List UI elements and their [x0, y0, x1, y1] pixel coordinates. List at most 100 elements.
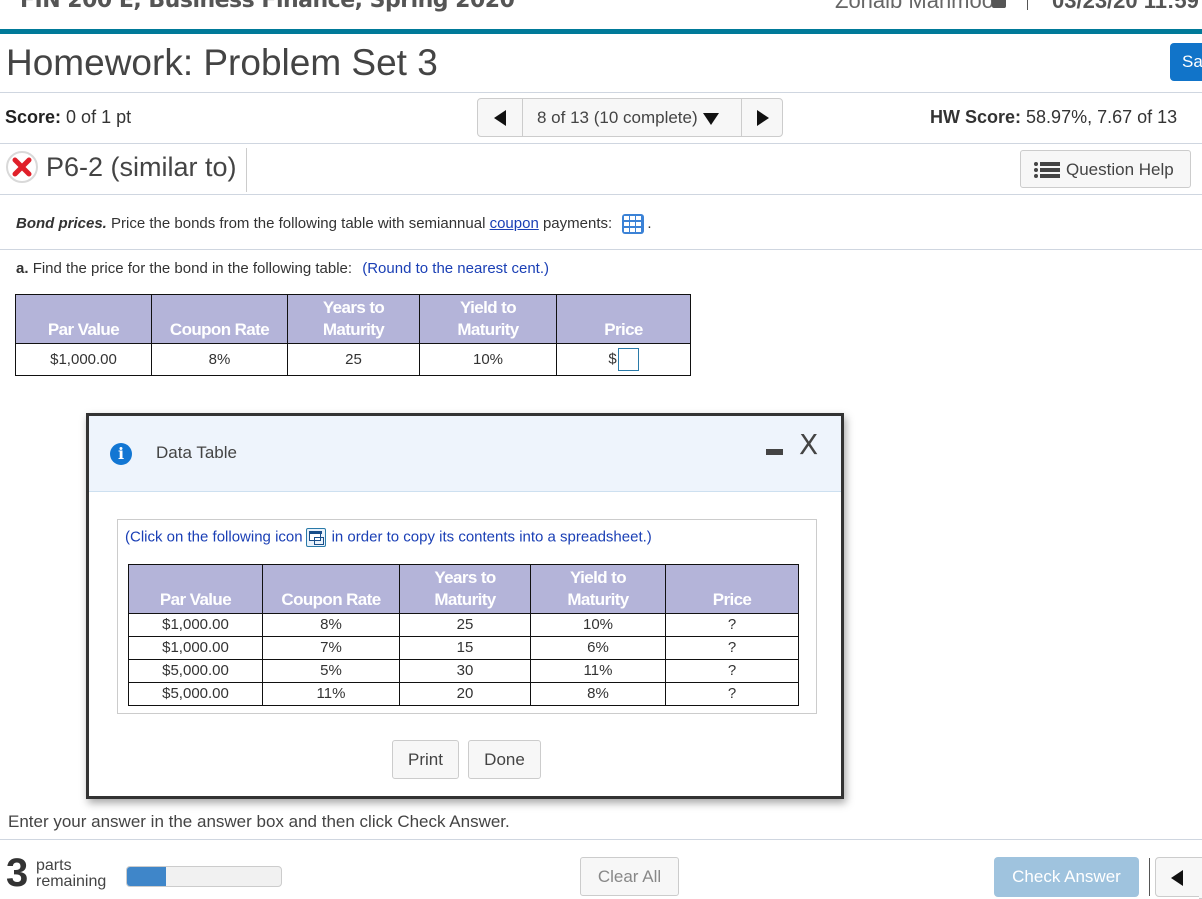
dialog-header: i Data Table X [89, 416, 841, 492]
user-menu-icon[interactable] [992, 0, 1006, 8]
divider [0, 249, 1202, 250]
user-name[interactable]: Zohaib Mahmood [835, 0, 1006, 14]
next-question-button[interactable] [741, 99, 782, 136]
previous-question-button[interactable] [478, 99, 523, 136]
cell-price: ? [665, 636, 799, 660]
close-button[interactable]: X [799, 428, 818, 462]
instruction-text: Enter your answer in the answer box and … [8, 812, 510, 831]
data-table-icon[interactable] [622, 214, 645, 234]
cell-coupon-rate: 7% [262, 636, 400, 660]
header-years-to-maturity: Years to Maturity [399, 564, 531, 614]
question-navigator: 8 of 13 (10 complete) [477, 98, 783, 137]
cell-coupon-rate: 11% [262, 682, 400, 706]
done-button[interactable]: Done [468, 740, 541, 779]
cell-price: ? [665, 659, 799, 683]
due-date: 03/23/20 11:59 AM [1052, 0, 1202, 13]
cell-years: 15 [399, 636, 531, 660]
cell-par-value: $1,000.00 [128, 636, 263, 660]
homework-score: HW Score: 58.97%, 7.67 of 13 [930, 107, 1177, 128]
triangle-down-icon [702, 112, 719, 125]
triangle-left-icon [1171, 870, 1183, 886]
save-button[interactable]: Save [1170, 43, 1202, 81]
divider [1027, 0, 1028, 10]
hw-score-value: 58.97%, 7.67 of 13 [1026, 107, 1178, 127]
cell-ytm: 6% [530, 636, 666, 660]
cell-years: 25 [399, 613, 531, 637]
header-yield-to-maturity: Yield to Maturity [419, 294, 557, 344]
question-help-label: Question Help [1066, 160, 1174, 179]
score-value: 0 of 1 pt [66, 107, 132, 127]
part-a-prompt: a. Find the price for the bond in the fo… [16, 260, 549, 277]
divider [0, 92, 1202, 93]
cell-price: ? [665, 682, 799, 706]
table-row: $5,000.00 5% 30 11% ? [128, 659, 799, 683]
header-par-value: Par Value [15, 294, 152, 344]
table-row: $1,000.00 7% 15 6% ? [128, 636, 799, 660]
info-icon: i [110, 443, 132, 465]
cell-coupon-rate: 8% [151, 343, 288, 376]
rounding-hint: (Round to the nearest cent.) [362, 260, 550, 277]
cell-ytm: 10% [419, 343, 557, 376]
progress-fill [127, 867, 166, 886]
cell-years: 30 [399, 659, 531, 683]
divider [0, 194, 1202, 195]
parts-remaining-label: parts remaining [36, 857, 107, 890]
parts-progress-bar [126, 866, 282, 887]
divider [0, 143, 1202, 144]
table-row: $1,000.00 8% 25 10% ? [128, 613, 799, 637]
question-score: Score: 0 of 1 pt [5, 107, 131, 128]
clear-all-button[interactable]: Clear All [580, 857, 679, 896]
copy-to-spreadsheet-icon[interactable] [305, 528, 326, 547]
cell-ytm: 8% [530, 682, 666, 706]
question-help-button[interactable]: Question Help [1020, 150, 1191, 188]
header-yield-to-maturity: Yield to Maturity [530, 564, 666, 614]
intro-text: Price the bonds from the following table… [111, 214, 486, 232]
question-position: 8 of 13 (10 complete) [537, 108, 698, 127]
previous-question-button-bottom[interactable] [1155, 857, 1200, 897]
list-icon [1034, 162, 1060, 178]
divider [246, 148, 247, 192]
header-coupon-rate: Coupon Rate [151, 294, 288, 344]
cell-ytm: 11% [530, 659, 666, 683]
price-answer-input[interactable] [617, 348, 639, 371]
cell-price: ? [665, 613, 799, 637]
cell-par-value: $5,000.00 [128, 659, 263, 683]
intro-bold: Bond prices. [16, 214, 107, 232]
dialog-title: Data Table [156, 443, 237, 462]
course-title: FIN 200 E, Business Finance, Spring 2020 [20, 0, 515, 13]
copy-hint: (Click on the following icon in order to… [125, 528, 652, 547]
bond-data-table: Par Value Coupon Rate Years to Maturity Y… [128, 564, 799, 706]
header-par-value: Par Value [128, 564, 263, 614]
cell-years: 20 [399, 682, 531, 706]
cell-par-value: $1,000.00 [15, 343, 152, 376]
question-id: P6-2 (similar to) [46, 152, 237, 182]
score-label: Score: [5, 107, 62, 127]
question-intro: Bond prices. Price the bonds from the fo… [16, 214, 652, 234]
triangle-right-icon [757, 110, 769, 126]
question-selector[interactable]: 8 of 13 (10 complete) [537, 108, 719, 128]
dollar-sign: $ [608, 350, 617, 368]
cell-coupon-rate: 5% [262, 659, 400, 683]
parts-remaining-count: 3 [6, 851, 29, 895]
print-button[interactable]: Print [392, 740, 459, 779]
cell-coupon-rate: 8% [262, 613, 400, 637]
hw-score-label: HW Score: [930, 107, 1022, 127]
table-header-row: Par Value Coupon Rate Years to Maturity Y… [128, 564, 799, 614]
header-accent-bar [0, 29, 1202, 34]
table-header-row: Par Value Coupon Rate Years to Maturity Y… [15, 294, 691, 344]
table-row: $5,000.00 11% 20 8% ? [128, 682, 799, 706]
incorrect-x-icon [6, 151, 38, 183]
minimize-button[interactable] [766, 449, 783, 455]
cell-years: 25 [287, 343, 420, 376]
check-answer-button[interactable]: Check Answer [994, 857, 1139, 897]
cell-price: $ [556, 343, 691, 376]
divider [1149, 858, 1150, 896]
part-a-label: a. [16, 260, 29, 277]
data-table-panel: (Click on the following icon in order to… [117, 519, 817, 714]
part-a-text: Find the price for the bond in the follo… [32, 260, 353, 277]
table-row: $1,000.00 8% 25 10% $ [15, 343, 691, 376]
coupon-link[interactable]: coupon [490, 215, 539, 232]
triangle-left-icon [494, 110, 506, 126]
cell-par-value: $5,000.00 [128, 682, 263, 706]
answer-table: Par Value Coupon Rate Years to Maturity Y… [15, 294, 691, 376]
